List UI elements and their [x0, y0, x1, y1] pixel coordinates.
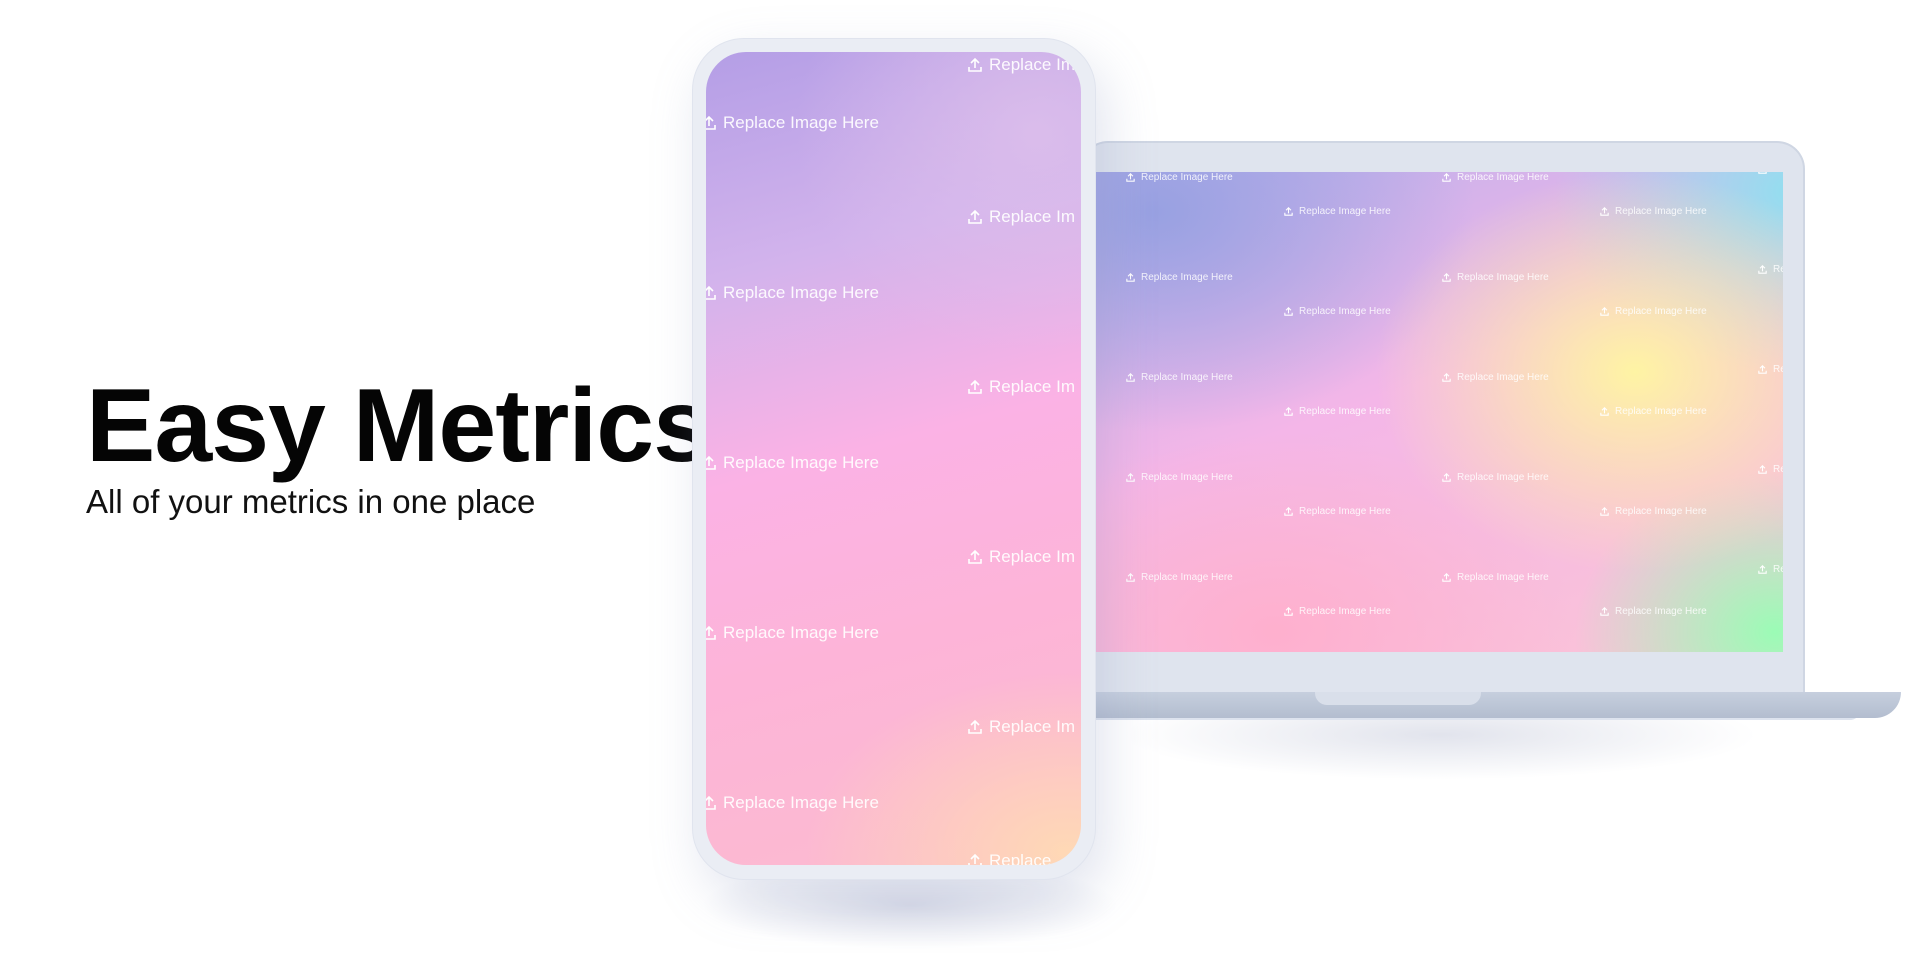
upload-icon — [968, 549, 982, 564]
replace-image-label[interactable]: Replace Im — [966, 547, 1075, 567]
upload-icon — [1126, 173, 1135, 182]
upload-icon — [968, 379, 982, 394]
replace-image-label[interactable]: Replace Im — [966, 717, 1075, 737]
upload-icon — [1758, 465, 1767, 474]
upload-icon — [968, 853, 982, 865]
upload-icon — [706, 285, 716, 300]
replace-image-label[interactable]: Replace Im — [966, 55, 1075, 75]
hero: Easy Metrics All of your metrics in one … — [86, 368, 711, 522]
replace-image-label[interactable]: Replace Image Here — [1441, 172, 1549, 183]
replace-image-label[interactable]: Replace Image Here — [706, 283, 879, 303]
replace-image-label[interactable]: Replace — [966, 851, 1051, 865]
upload-icon — [1126, 473, 1135, 482]
laptop-base — [1080, 692, 1901, 718]
replace-image-label[interactable]: Replace Image Here — [1441, 372, 1549, 383]
replace-image-label[interactable]: Replace Image Here — [1599, 606, 1707, 617]
upload-icon — [1600, 207, 1609, 216]
replace-image-label[interactable]: Replace Image Here — [1125, 272, 1233, 283]
phone-screen-placeholder[interactable]: Replace Im Replace Image Here Replace Im… — [706, 52, 1081, 865]
upload-icon — [1600, 507, 1609, 516]
replace-image-label[interactable]: Replace Image Here — [706, 623, 879, 643]
upload-icon — [1600, 407, 1609, 416]
laptop-notch — [1315, 692, 1481, 705]
upload-icon — [706, 625, 716, 640]
replace-image-label[interactable]: Replace Image Here — [706, 113, 879, 133]
replace-image-label[interactable]: Replace Image Here — [1125, 472, 1233, 483]
upload-icon — [1126, 273, 1135, 282]
replace-image-label[interactable]: Replace Image Here — [1599, 306, 1707, 317]
replace-image-label[interactable]: Replace Image Here — [1441, 572, 1549, 583]
replace-image-label[interactable]: Replace Image Here — [1283, 506, 1391, 517]
replace-image-label[interactable]: Replace Image Here — [1283, 206, 1391, 217]
upload-icon — [706, 115, 716, 130]
upload-icon — [706, 455, 716, 470]
replace-image-label[interactable]: Replace Im — [966, 377, 1075, 397]
upload-icon — [1126, 373, 1135, 382]
upload-icon — [1442, 573, 1451, 582]
upload-icon — [1442, 373, 1451, 382]
upload-icon — [1284, 207, 1293, 216]
upload-icon — [968, 209, 982, 224]
replace-image-label[interactable]: Replace Image Here — [1283, 306, 1391, 317]
replace-image-label[interactable]: Replace Image Here — [1599, 506, 1707, 517]
hero-subtitle: All of your metrics in one place — [86, 483, 536, 520]
replace-image-label[interactable]: Replace Image Here — [1441, 472, 1549, 483]
upload-icon — [1442, 473, 1451, 482]
upload-icon — [1284, 607, 1293, 616]
replace-image-label[interactable]: Replace Image Here — [1757, 364, 1783, 375]
upload-icon — [968, 57, 982, 72]
replace-image-label[interactable]: Replace Image Here — [1283, 406, 1391, 417]
upload-icon — [1284, 307, 1293, 316]
replace-image-label[interactable]: Replace Image Here — [1757, 464, 1783, 475]
upload-icon — [1442, 173, 1451, 182]
laptop-screen-placeholder[interactable]: Replace Image Here Replace Image Here Repl… — [1095, 172, 1783, 652]
replace-image-label[interactable]: Replace Image Here — [1599, 406, 1707, 417]
hero-title: Easy Metrics — [86, 368, 711, 484]
replace-image-label[interactable]: Replace Image Here — [1125, 172, 1233, 183]
upload-icon — [706, 795, 716, 810]
replace-image-label[interactable]: Replace Image Here — [1757, 172, 1783, 175]
upload-icon — [1284, 407, 1293, 416]
upload-icon — [1758, 265, 1767, 274]
upload-icon — [1758, 365, 1767, 374]
upload-icon — [1758, 565, 1767, 574]
upload-icon — [1126, 573, 1135, 582]
replace-image-label[interactable]: Replace Image Here — [1283, 606, 1391, 617]
replace-image-label[interactable]: Replace Image Here — [1125, 572, 1233, 583]
upload-icon — [968, 719, 982, 734]
replace-image-label[interactable]: Replace Im — [966, 207, 1075, 227]
upload-icon — [1442, 273, 1451, 282]
replace-image-label[interactable]: Replace Image Here — [1757, 564, 1783, 575]
upload-icon — [1600, 307, 1609, 316]
replace-image-label[interactable]: Replace Image Here — [1757, 264, 1783, 275]
replace-image-label[interactable]: Replace Image Here — [1599, 206, 1707, 217]
upload-icon — [1758, 172, 1767, 174]
upload-icon — [1284, 507, 1293, 516]
replace-image-label[interactable]: Replace Image Here — [706, 793, 879, 813]
replace-image-label[interactable]: Replace Image Here — [1125, 372, 1233, 383]
replace-image-label[interactable]: Replace Image Here — [706, 453, 879, 473]
replace-image-label[interactable]: Replace Image Here — [1441, 272, 1549, 283]
upload-icon — [1600, 607, 1609, 616]
